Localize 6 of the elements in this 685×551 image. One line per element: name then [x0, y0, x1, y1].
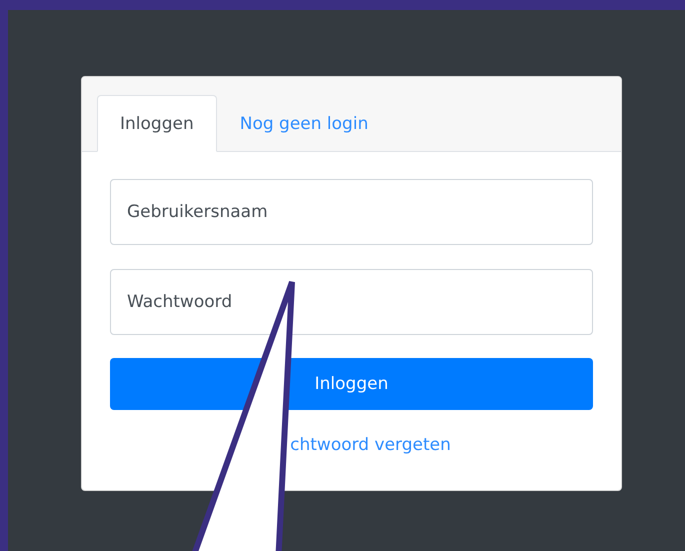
tab[interactable]: Inloggen [97, 95, 217, 152]
username-field[interactable]: Gebruikersnaam [110, 179, 593, 245]
login-button[interactable]: Inloggen [110, 358, 593, 410]
forgot-password-link[interactable]: chtwoord vergeten [290, 435, 451, 455]
password-field[interactable]: Wachtwoord [110, 269, 593, 335]
tab[interactable]: Nog geen login [216, 95, 392, 152]
